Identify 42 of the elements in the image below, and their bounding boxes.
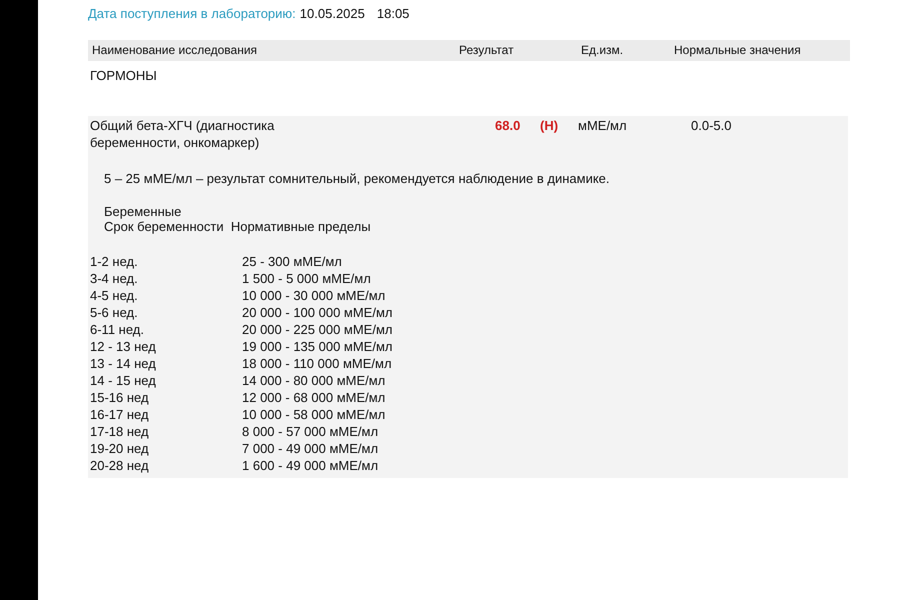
term-cell-text: 17-18 нед xyxy=(90,423,150,440)
reference-range: 0.0-5.0 xyxy=(691,117,732,134)
limits-cell-text: 12 000 - 68 000 мМЕ/мл xyxy=(242,389,386,406)
limits-cell-text: 14 000 - 80 000 мМЕ/мл xyxy=(242,372,386,389)
term-cell-text: 14 - 15 нед xyxy=(90,372,157,389)
limits-cell-text: 18 000 - 110 000 мМЕ/мл xyxy=(242,355,393,372)
column-header: Нормальные значения xyxy=(674,43,802,57)
term-cell-text: 5-6 нед. xyxy=(90,304,139,321)
term-cell-text: 15-16 нед xyxy=(90,389,150,406)
received-time: 18:05 xyxy=(376,6,410,21)
term-cell-text: 12 - 13 нед xyxy=(90,338,157,355)
group-title: Беременные xyxy=(104,204,182,219)
received-label: Дата поступления в лабораторию: xyxy=(88,6,296,21)
section-title: ГОРМОНЫ xyxy=(90,68,158,83)
term-cell-text: 3-4 нед. xyxy=(90,270,139,287)
term-cell-text: 13 - 14 нед xyxy=(90,355,157,372)
limits-cell-text: 20 000 - 225 000 мМЕ/мл xyxy=(242,321,394,338)
limits-cell-text: 25 - 300 мМЕ/мл xyxy=(242,253,343,270)
column-header: Результат xyxy=(459,43,515,57)
limits-cell-text: 20 000 - 100 000 мМЕ/мл xyxy=(242,304,394,321)
note-text: 5 – 25 мМЕ/мл – результат сомнительный, рекомендуется наблюдение в динамике. xyxy=(104,171,611,186)
limits-cell-text: 1 600 - 49 000 мМЕ/мл xyxy=(242,457,380,474)
term-cell-text: 16-17 нед xyxy=(90,406,150,423)
high-flag-text: (H) xyxy=(540,117,560,134)
limits-cell-text: 10 000 - 58 000 мМЕ/мл xyxy=(242,406,386,423)
received-date: 10.05.2025 xyxy=(300,6,365,21)
limits-cell-text: 10 000 - 30 000 мМЕ/мл xyxy=(242,287,386,304)
result-value: 68.0 xyxy=(495,117,522,134)
term-cell-text: 6-11 нед. xyxy=(90,321,145,338)
term-cell-text: 4-5 нед. xyxy=(90,287,139,304)
column-header: Ед.изм. xyxy=(581,43,624,57)
limits-cell-text: 19 000 - 135 000 мМЕ/мл xyxy=(242,338,394,355)
column-header: Наименование исследования xyxy=(92,43,258,57)
term-cell-text: 1-2 нед. xyxy=(90,253,139,270)
term-cell-text: 20-28 нед xyxy=(90,457,150,474)
test-name: Общий бета-ХГЧ (диагностика беременности, онкомаркер) xyxy=(90,117,276,151)
ranges-header: Срок беременности Нормативные пределы xyxy=(104,219,372,234)
limits-cell-text: 1 500 - 5 000 мМЕ/мл xyxy=(242,270,372,287)
limits-cell-text: 7 000 - 49 000 мМЕ/мл xyxy=(242,440,380,457)
limits-cell-text: 8 000 - 57 000 мМЕ/мл xyxy=(242,423,380,440)
term-cell-text: 19-20 нед xyxy=(90,440,150,457)
unit: мМЕ/мл xyxy=(578,117,628,134)
